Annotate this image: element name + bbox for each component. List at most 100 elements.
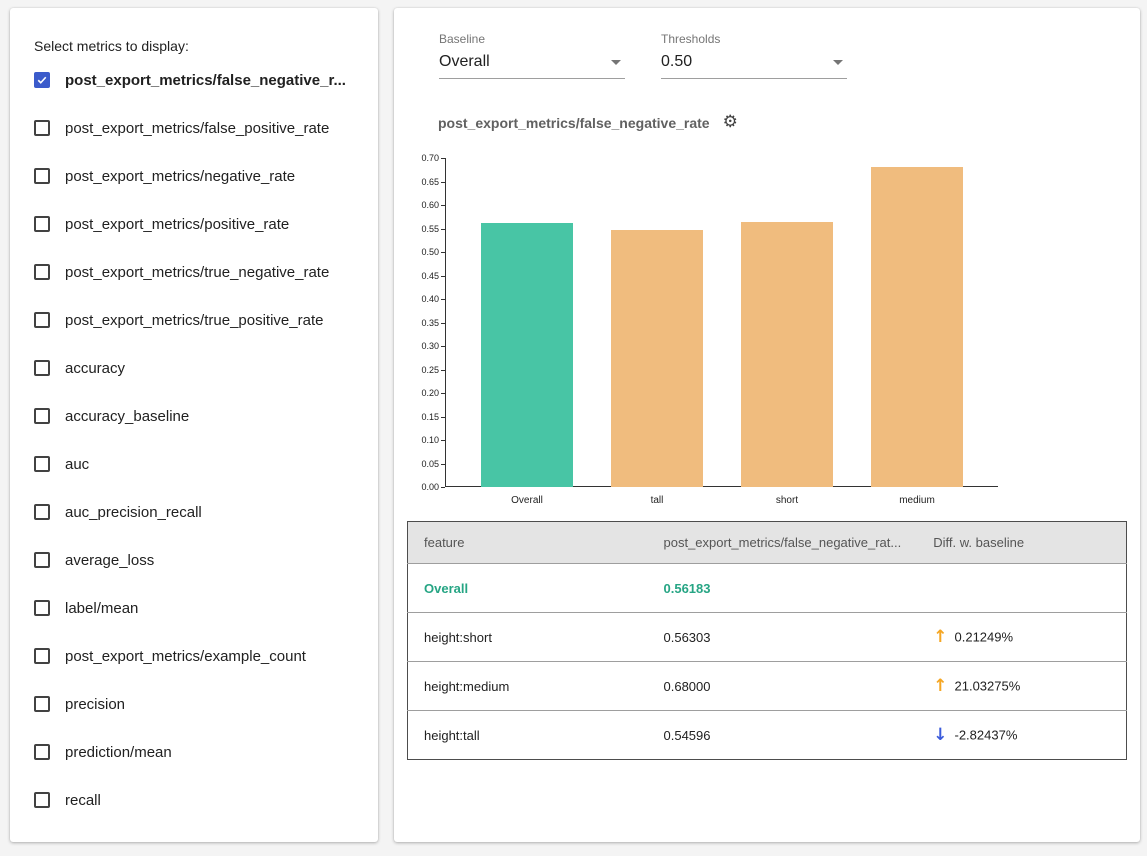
y-tick-label: 0.00 (394, 482, 439, 492)
checkbox-icon[interactable] (34, 360, 50, 376)
metric-label: auc_precision_recall (65, 504, 202, 521)
y-tick-mark (441, 487, 445, 488)
chevron-down-icon[interactable] (833, 60, 843, 65)
y-tick-label: 0.60 (394, 200, 439, 210)
metric-item[interactable]: post_export_metrics/false_positive_rate (34, 104, 378, 152)
y-tick-label: 0.10 (394, 435, 439, 445)
metric-label: post_export_metrics/negative_rate (65, 168, 295, 185)
metric-item[interactable]: post_export_metrics/true_negative_rate (34, 248, 378, 296)
metric-label: post_export_metrics/example_count (65, 648, 306, 665)
up-arrow-icon: ↑ (933, 676, 947, 696)
metric-item[interactable]: label/mean (34, 584, 378, 632)
metric-label: recall (65, 792, 101, 809)
metric-label: accuracy_baseline (65, 408, 189, 425)
metric-item[interactable]: prediction/mean (34, 728, 378, 776)
y-tick-mark (441, 370, 445, 371)
checkbox-icon[interactable] (34, 744, 50, 760)
metric-label: accuracy (65, 360, 125, 377)
metric-item[interactable]: post_export_metrics/positive_rate (34, 200, 378, 248)
checkbox-icon[interactable] (34, 408, 50, 424)
y-tick-mark (441, 417, 445, 418)
checkbox-icon[interactable] (34, 552, 50, 568)
thresholds-select-value-row[interactable]: 0.50 (661, 49, 847, 79)
bar-short[interactable] (741, 222, 833, 487)
diff-cell: ↑21.03275% (917, 662, 1126, 711)
checkbox-icon[interactable] (34, 648, 50, 664)
baseline-select-value: Overall (439, 53, 490, 71)
y-tick-mark (441, 323, 445, 324)
y-tick-mark (441, 276, 445, 277)
feature-cell: height:medium (408, 662, 648, 711)
x-tick-label: medium (852, 495, 982, 506)
feature-cell: height:tall (408, 711, 648, 760)
table-header-row: featurepost_export_metrics/false_negativ… (408, 522, 1127, 564)
checkbox-icon[interactable] (34, 264, 50, 280)
checkbox-icon[interactable] (34, 696, 50, 712)
thresholds-select-label: Thresholds (661, 32, 847, 46)
value-cell: 0.56183 (648, 564, 918, 613)
metric-item[interactable]: post_export_metrics/false_negative_r... (34, 56, 378, 104)
chart-title: post_export_metrics/false_negative_rate (438, 115, 710, 131)
metric-item[interactable]: recall (34, 776, 378, 824)
y-tick-label: 0.40 (394, 294, 439, 304)
metrics-list: post_export_metrics/false_negative_r...p… (34, 56, 378, 824)
y-tick-label: 0.35 (394, 318, 439, 328)
table-header-cell: Diff. w. baseline (917, 522, 1126, 564)
table-row: Overall0.56183 (408, 564, 1127, 613)
table-row: height:short0.56303↑0.21249% (408, 613, 1127, 662)
checkbox-icon[interactable] (34, 792, 50, 808)
y-tick-label: 0.15 (394, 412, 439, 422)
metric-item[interactable]: precision (34, 680, 378, 728)
metric-item[interactable]: average_loss (34, 536, 378, 584)
y-tick-mark (441, 252, 445, 253)
metric-item[interactable]: auc_precision_recall (34, 488, 378, 536)
value-cell: 0.68000 (648, 662, 918, 711)
checkbox-icon[interactable] (34, 120, 50, 136)
metric-label: precision (65, 696, 125, 713)
checkbox-icon[interactable] (34, 168, 50, 184)
value-cell: 0.54596 (648, 711, 918, 760)
y-tick-label: 0.25 (394, 365, 439, 375)
table-row: height:tall0.54596↓-2.82437% (408, 711, 1127, 760)
y-tick-label: 0.50 (394, 247, 439, 257)
value-cell: 0.56303 (648, 613, 918, 662)
y-tick-label: 0.05 (394, 459, 439, 469)
bar-medium[interactable] (871, 167, 963, 487)
table-body: Overall0.56183height:short0.56303↑0.2124… (408, 564, 1127, 760)
chart-header: post_export_metrics/false_negative_rate … (438, 114, 738, 131)
metric-item[interactable]: accuracy_baseline (34, 392, 378, 440)
thresholds-select-value: 0.50 (661, 53, 692, 71)
sidebar-title: Select metrics to display: (10, 8, 378, 56)
metric-item[interactable]: post_export_metrics/example_count (34, 632, 378, 680)
y-tick-mark (441, 440, 445, 441)
table-header-cell: post_export_metrics/false_negative_rat..… (648, 522, 918, 564)
gear-icon[interactable]: ⚙ (723, 114, 738, 131)
thresholds-select[interactable]: Thresholds 0.50 (661, 32, 847, 79)
metric-item[interactable]: post_export_metrics/negative_rate (34, 152, 378, 200)
x-tick-label: Overall (462, 495, 592, 506)
up-arrow-icon: ↑ (933, 627, 947, 647)
table-header-cell: feature (408, 522, 648, 564)
chevron-down-icon[interactable] (611, 60, 621, 65)
checkbox-icon[interactable] (34, 456, 50, 472)
metric-label: label/mean (65, 600, 138, 617)
y-tick-mark (441, 393, 445, 394)
metric-label: auc (65, 456, 89, 473)
diff-cell (917, 564, 1126, 613)
baseline-select[interactable]: Baseline Overall (439, 32, 625, 79)
metric-item[interactable]: post_export_metrics/true_positive_rate (34, 296, 378, 344)
baseline-select-value-row[interactable]: Overall (439, 49, 625, 79)
bar-Overall[interactable] (481, 223, 573, 487)
checkbox-icon[interactable] (34, 216, 50, 232)
checkbox-icon[interactable] (34, 600, 50, 616)
checkbox-icon[interactable] (34, 504, 50, 520)
feature-cell: Overall (408, 564, 648, 613)
checkbox-checked-icon[interactable] (34, 72, 50, 88)
checkbox-icon[interactable] (34, 312, 50, 328)
y-tick-mark (441, 229, 445, 230)
diff-cell: ↑0.21249% (917, 613, 1126, 662)
y-tick-mark (441, 299, 445, 300)
metric-item[interactable]: accuracy (34, 344, 378, 392)
bar-tall[interactable] (611, 230, 703, 487)
metric-item[interactable]: auc (34, 440, 378, 488)
